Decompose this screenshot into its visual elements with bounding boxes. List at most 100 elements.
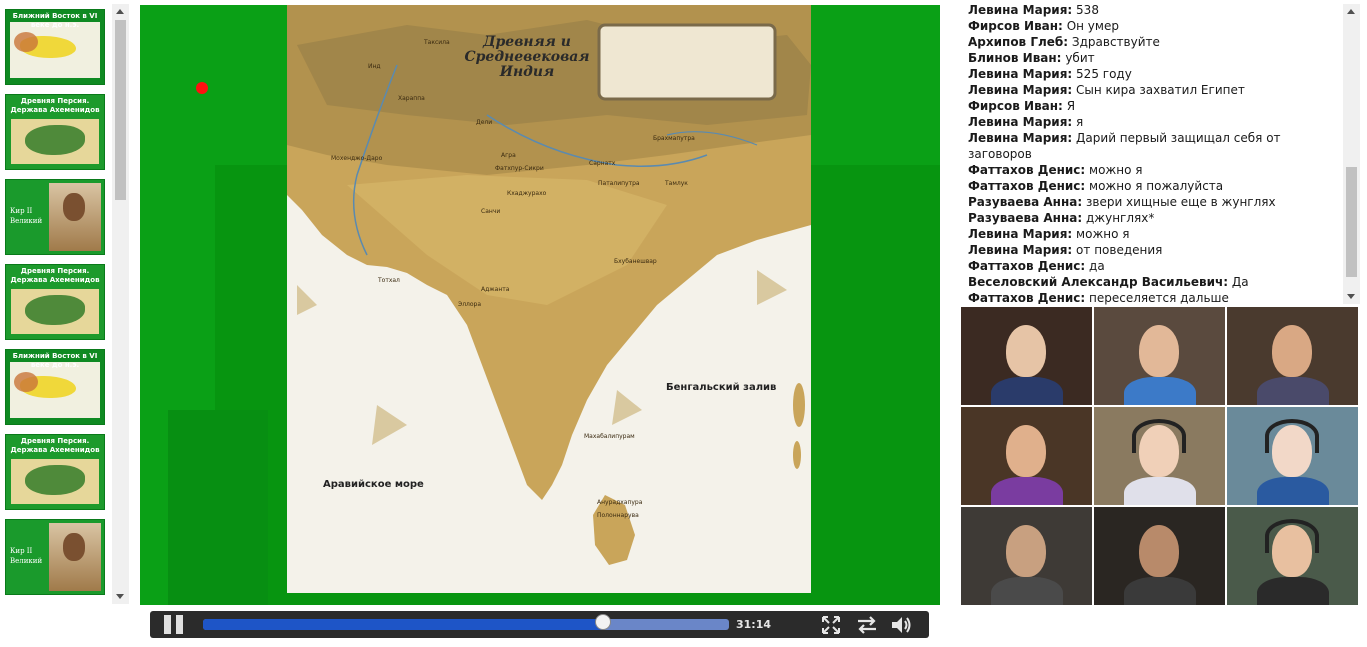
chat-author: Разуваева Анна: — [968, 195, 1083, 209]
webcam-feed[interactable] — [1094, 307, 1225, 405]
chat-text: да — [1089, 259, 1105, 273]
chat-text: 525 году — [1076, 67, 1132, 81]
webcam-feed[interactable] — [961, 407, 1092, 505]
presentation-stage: Древняя и Средневековая Индия Бенгальски… — [140, 5, 940, 605]
thumbnail-map-image — [11, 289, 99, 334]
chat-scrollbar[interactable] — [1343, 4, 1360, 304]
slide-thumbnail[interactable]: Кир II Великий — [5, 519, 105, 595]
chat-message: Левина Мария: можно я — [968, 226, 1328, 242]
webcam-feed[interactable] — [1094, 407, 1225, 505]
city-label: Паталипутра — [598, 180, 640, 187]
swap-button[interactable] — [856, 614, 878, 636]
stage-background-shade — [168, 410, 268, 605]
chat-message: Фирсов Иван: Он умер — [968, 18, 1328, 34]
chat-text: переселяется дальше — [1089, 291, 1229, 305]
webcam-feed[interactable] — [1227, 507, 1358, 605]
chat-message: Разуваева Анна: джунглях* — [968, 210, 1328, 226]
webcam-feed[interactable] — [961, 307, 1092, 405]
headphones-icon — [1265, 419, 1319, 453]
portrait-image — [49, 183, 101, 251]
elapsed-time: 31:14 — [736, 618, 772, 631]
pause-button[interactable] — [162, 615, 186, 634]
chat-text: 538 — [1076, 3, 1099, 17]
chat-text: можно я пожалуйста — [1089, 179, 1224, 193]
headphones-icon — [1132, 419, 1186, 453]
participant-face — [1139, 325, 1179, 377]
chat-author: Веселовский Александр Васильевич: — [968, 275, 1229, 289]
scrollbar-thumb[interactable] — [115, 20, 126, 200]
chat-text: можно я — [1089, 163, 1143, 177]
participant-body — [1124, 477, 1196, 505]
scroll-down-arrow-icon[interactable] — [116, 594, 124, 599]
thumbnail-title: Кир II Великий — [10, 547, 43, 565]
chat-message: Левина Мария: 525 году — [968, 66, 1328, 82]
bay-of-bengal-label: Бенгальский залив — [666, 382, 777, 393]
webcam-feed[interactable] — [1227, 307, 1358, 405]
chat-text: Я — [1066, 99, 1076, 113]
chat-text: Он умер — [1066, 19, 1119, 33]
participant-body — [1124, 577, 1196, 605]
slide-thumbnails-panel: Ближний Восток в VI веке до н.э. Древняя … — [0, 4, 130, 604]
portrait-image — [49, 523, 101, 591]
participant-face — [1272, 325, 1312, 377]
city-label: Мохенджо-Даро — [331, 155, 383, 162]
slide-thumbnail[interactable]: Древняя Персия. Держава Ахеменидов — [5, 434, 105, 510]
seek-bar[interactable] — [203, 619, 729, 630]
scroll-up-arrow-icon[interactable] — [116, 9, 124, 14]
participant-body — [1257, 577, 1329, 605]
participant-body — [1124, 377, 1196, 405]
chat-author: Левина Мария: — [968, 3, 1073, 17]
chat-author: Левина Мария: — [968, 131, 1073, 145]
chat-message: Левина Мария: Сын кира захватил Египет — [968, 82, 1328, 98]
thumbnail-map-image — [10, 362, 100, 418]
chat-message: Левина Мария: 538 — [968, 2, 1328, 18]
fullscreen-button[interactable] — [820, 614, 842, 636]
laser-pointer — [196, 82, 208, 94]
participant-body — [1257, 377, 1329, 405]
webcam-feed[interactable] — [1094, 507, 1225, 605]
city-label: Махабалипурам — [584, 433, 635, 440]
chat-message: Архипов Глеб: Здравствуйте — [968, 34, 1328, 50]
slide-thumbnail[interactable]: Древняя Персия. Держава Ахеменидов — [5, 94, 105, 170]
city-label: Полоннарува — [597, 512, 639, 519]
chat-text: Здравствуйте — [1071, 35, 1160, 49]
slide-thumbnail[interactable]: Кир II Великий — [5, 179, 105, 255]
chat-author: Фирсов Иван: — [968, 19, 1063, 33]
slide-thumbnail[interactable]: Ближний Восток в VI веке до н.э. — [5, 9, 105, 85]
chat-author: Фаттахов Денис: — [968, 179, 1086, 193]
city-label: Инд — [368, 63, 381, 70]
scroll-up-arrow-icon[interactable] — [1347, 9, 1355, 14]
volume-button[interactable] — [890, 614, 912, 636]
chat-author: Архипов Глеб: — [968, 35, 1069, 49]
webcam-feed[interactable] — [961, 507, 1092, 605]
seek-progress — [203, 619, 603, 630]
thumbnails-scrollbar[interactable] — [112, 4, 129, 604]
chat-author: Левина Мария: — [968, 67, 1073, 81]
scrollbar-thumb[interactable] — [1346, 167, 1357, 277]
chat-text: убит — [1065, 51, 1095, 65]
chat-author: Левина Мария: — [968, 83, 1073, 97]
seek-handle[interactable] — [594, 614, 611, 630]
chat-message: Левина Мария: Дарий первый защищал себя … — [968, 130, 1328, 162]
scroll-down-arrow-icon[interactable] — [1347, 294, 1355, 299]
headphones-icon — [1265, 519, 1319, 553]
participant-face — [1006, 325, 1046, 377]
thumbnail-map-image — [11, 119, 99, 164]
city-label: Хараппа — [398, 95, 425, 102]
webcam-feed[interactable] — [1227, 407, 1358, 505]
slide-thumbnail[interactable]: Древняя Персия. Держава Ахеменидов — [5, 264, 105, 340]
chat-author: Фаттахов Денис: — [968, 291, 1086, 305]
participant-body — [991, 577, 1063, 605]
chat-message: Фаттахов Денис: переселяется дальше — [968, 290, 1328, 306]
city-label: Кхаджурахо — [507, 190, 547, 197]
city-label: Агра — [501, 152, 516, 159]
chat-message: Блинов Иван: убит — [968, 50, 1328, 66]
thumbnail-title: Древняя Персия. Держава Ахеменидов — [10, 437, 100, 454]
slide-thumbnail[interactable]: Ближний Восток в VI веке до н.э. — [5, 349, 105, 425]
chat-text: звери хищные еще в жунглях — [1085, 195, 1276, 209]
city-label: Тотхал — [378, 277, 400, 284]
city-label: Фатхпур-Сикри — [495, 165, 544, 172]
thumbnail-title: Древняя Персия. Держава Ахеменидов — [10, 267, 100, 284]
participant-face — [1006, 525, 1046, 577]
chat-text: джунглях* — [1085, 211, 1155, 225]
